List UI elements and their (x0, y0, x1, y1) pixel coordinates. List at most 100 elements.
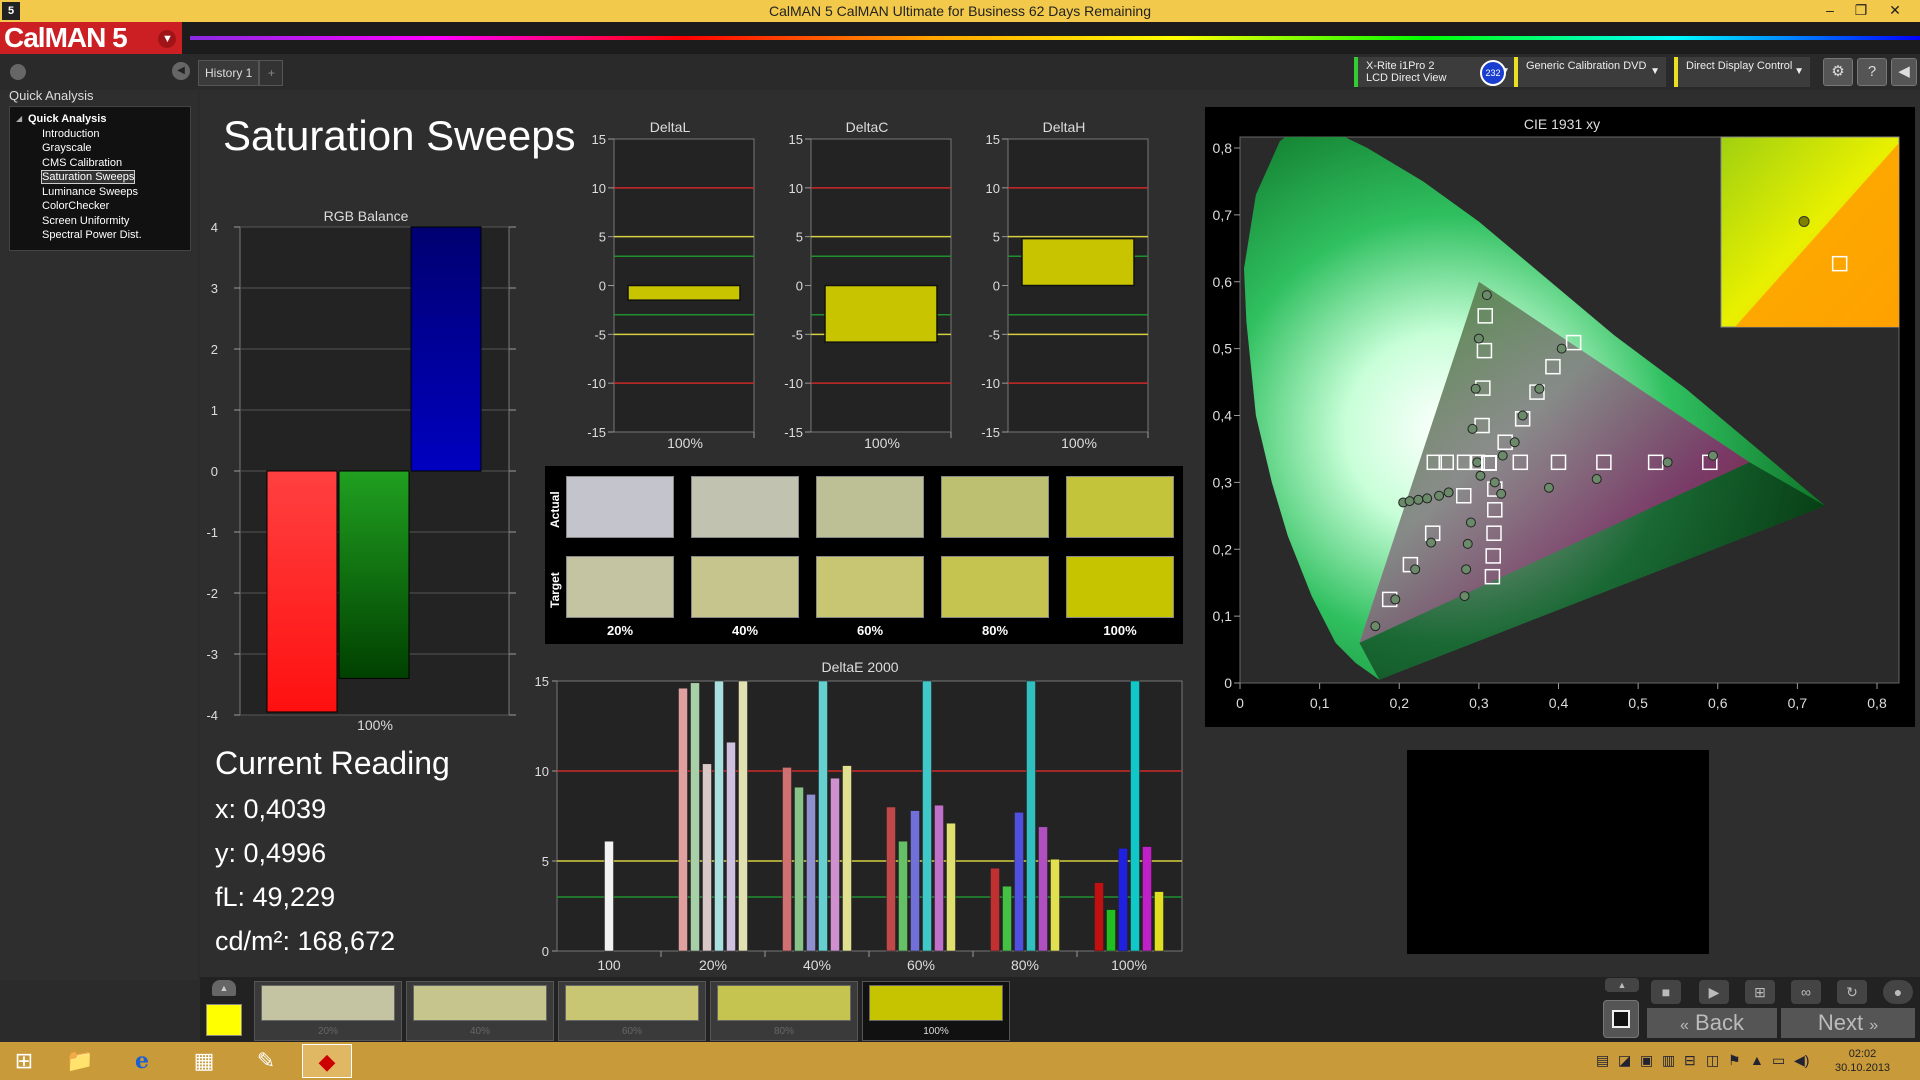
patch-20[interactable]: 20% (254, 981, 402, 1041)
deltae-tick-label: 5 (542, 854, 549, 869)
tray-app-icon[interactable]: ◪ (1618, 1052, 1631, 1069)
cie-measured-circle (1475, 470, 1486, 481)
cie-x-tick-label: 0,1 (1310, 695, 1330, 711)
tree-item-introduction[interactable]: Introduction (42, 128, 99, 140)
internet-explorer-icon[interactable]: e (120, 1044, 164, 1078)
display-name: Direct Display Control (1686, 60, 1793, 72)
deltal-title: DeltaL (650, 119, 691, 135)
cie-y-tick-label: 0,8 (1213, 140, 1233, 156)
close-button[interactable]: ✕ (1880, 0, 1910, 22)
cie-measured-circle (1459, 591, 1470, 602)
cie-measured-circle (1390, 594, 1401, 605)
color-swatch-panel: Actual Target 20% 40% 60% 80% 100% (545, 466, 1183, 644)
tray-wifi-icon[interactable]: ▲ (1750, 1052, 1764, 1068)
patch-60[interactable]: 60% (558, 981, 706, 1041)
logo-text: CalMAN 5 (4, 22, 128, 53)
deltac-chart: DeltaC 100% 15 10 5 0 -5 -10 -15 (784, 119, 952, 451)
delta-tick-label: 10 (986, 181, 1000, 196)
meter-badge[interactable]: 232 (1480, 60, 1506, 86)
tree-item-saturation-sweeps[interactable]: Saturation Sweeps (40, 170, 136, 184)
swatch-label-40: 40% (731, 623, 759, 638)
cie-measured-circle (1426, 537, 1437, 548)
delta-tick-label: 15 (789, 132, 803, 147)
page-title: Saturation Sweeps (223, 112, 576, 159)
deltae-title: DeltaE 2000 (821, 659, 898, 675)
patch-40[interactable]: 40% (406, 981, 554, 1041)
tray-display-icon[interactable]: ▭ (1772, 1052, 1785, 1069)
inset-measured-point (1798, 215, 1810, 227)
collapse-sidebar-icon[interactable]: ◀ (172, 62, 190, 80)
deltae-bar (1130, 680, 1140, 952)
patch-label: 40% (469, 1026, 490, 1037)
stop-measure-button[interactable] (1603, 1000, 1639, 1038)
windows-start-icon[interactable]: ⊞ (2, 1044, 46, 1078)
tree-expand-icon[interactable]: ◢ (16, 114, 22, 123)
deltae-bar (934, 804, 944, 952)
tree-item-grayscale[interactable]: Grayscale (42, 142, 92, 154)
patch-80[interactable]: 80% (710, 981, 858, 1041)
tab-history-1[interactable]: History 1 (198, 60, 260, 86)
restore-button[interactable]: ❐ (1846, 0, 1876, 22)
store-app-icon[interactable]: ▦ (182, 1044, 226, 1078)
tray-flag-icon[interactable]: ⚑ (1728, 1052, 1741, 1069)
refresh-icon[interactable]: ↻ (1837, 980, 1867, 1004)
source-device-selector[interactable]: Generic Calibration DVD ▼ (1514, 57, 1666, 87)
record-icon[interactable]: ● (1883, 980, 1913, 1004)
back-label: Back (1695, 1010, 1744, 1035)
settings-gear-icon[interactable]: ⚙ (1823, 58, 1853, 86)
patch-color (261, 985, 395, 1021)
tree-item-cms-calibration[interactable]: CMS Calibration (42, 157, 122, 169)
back-button[interactable]: « Back (1647, 1008, 1777, 1038)
play-icon[interactable]: ▶ (1699, 980, 1729, 1004)
deltae-bar (886, 806, 896, 952)
tree-root-quick-analysis[interactable]: Quick Analysis (28, 113, 106, 125)
delta-bar (1021, 237, 1135, 287)
tray-monitor-icon[interactable]: ▣ (1640, 1052, 1653, 1069)
tray-sync-icon[interactable]: ◫ (1706, 1052, 1719, 1069)
rgb-balance-title: RGB Balance (324, 208, 409, 224)
calman-logo-menu[interactable]: CalMAN 5 ▼ (0, 22, 182, 54)
cie-y-tick-label: 0,3 (1213, 474, 1233, 490)
tray-volume-icon[interactable]: ◀) (1794, 1052, 1809, 1069)
cie-y-tick-label: 0,7 (1213, 207, 1233, 223)
chevron-up-icon[interactable]: ▲ (212, 980, 236, 996)
utility-app-icon[interactable]: ✎ (244, 1044, 288, 1078)
stop-icon[interactable]: ■ (1651, 980, 1681, 1004)
current-color-preview (1407, 750, 1709, 954)
delta-tick-label: 0 (599, 279, 606, 294)
deltae-bar (782, 767, 792, 952)
chevron-down-icon[interactable]: ▼ (158, 30, 176, 48)
tree-item-luminance-sweeps[interactable]: Luminance Sweeps (42, 186, 138, 198)
tree-item-colorchecker[interactable]: ColorChecker (42, 200, 109, 212)
cie-1931-diagram: CIE 1931 xy 0 0,1 0,2 0,3 0,4 0,5 0,6 0,7 0,8 0 0,… (1205, 107, 1915, 727)
add-tab-button[interactable]: + (259, 60, 284, 86)
tray-chart-icon[interactable]: ▥ (1662, 1052, 1675, 1069)
help-icon[interactable]: ? (1857, 58, 1887, 86)
tree-item-spectral-power[interactable]: Spectral Power Dist. (42, 229, 142, 241)
clock[interactable]: 02:02 30.10.2013 (1835, 1047, 1890, 1075)
deltae-bar (946, 822, 956, 952)
taskbar (0, 1042, 1920, 1080)
collapse-right-icon[interactable]: ◀ (1891, 58, 1917, 86)
cie-measured-circle (1517, 410, 1528, 421)
rgb-tick-label: -2 (206, 586, 218, 601)
cie-measured-circle (1543, 482, 1554, 493)
file-explorer-icon[interactable]: 📁 (58, 1044, 102, 1078)
deltae-category-label: 100 (597, 957, 621, 973)
chevron-up-icon[interactable]: ▲ (1605, 978, 1639, 992)
next-button[interactable]: Next » (1781, 1008, 1915, 1038)
calman-taskbar-icon[interactable]: ◆ (302, 1044, 352, 1078)
cie-measured-circle (1481, 290, 1492, 301)
tray-network-icon[interactable]: ▤ (1596, 1052, 1609, 1069)
pin-icon[interactable] (10, 64, 26, 80)
cie-title: CIE 1931 xy (1524, 116, 1600, 132)
patch-100[interactable]: 100% (862, 981, 1010, 1041)
minimize-button[interactable]: – (1815, 0, 1845, 22)
cie-x-tick-label: 0,6 (1708, 695, 1728, 711)
display-device-selector[interactable]: Direct Display Control ▼ (1674, 57, 1810, 87)
green-bar (338, 470, 410, 679)
tree-item-screen-uniformity[interactable]: Screen Uniformity (42, 215, 129, 227)
loop-icon[interactable]: ∞ (1791, 980, 1821, 1004)
tray-device-icon[interactable]: ⊟ (1684, 1052, 1696, 1069)
save-icon[interactable]: ⊞ (1745, 980, 1775, 1004)
